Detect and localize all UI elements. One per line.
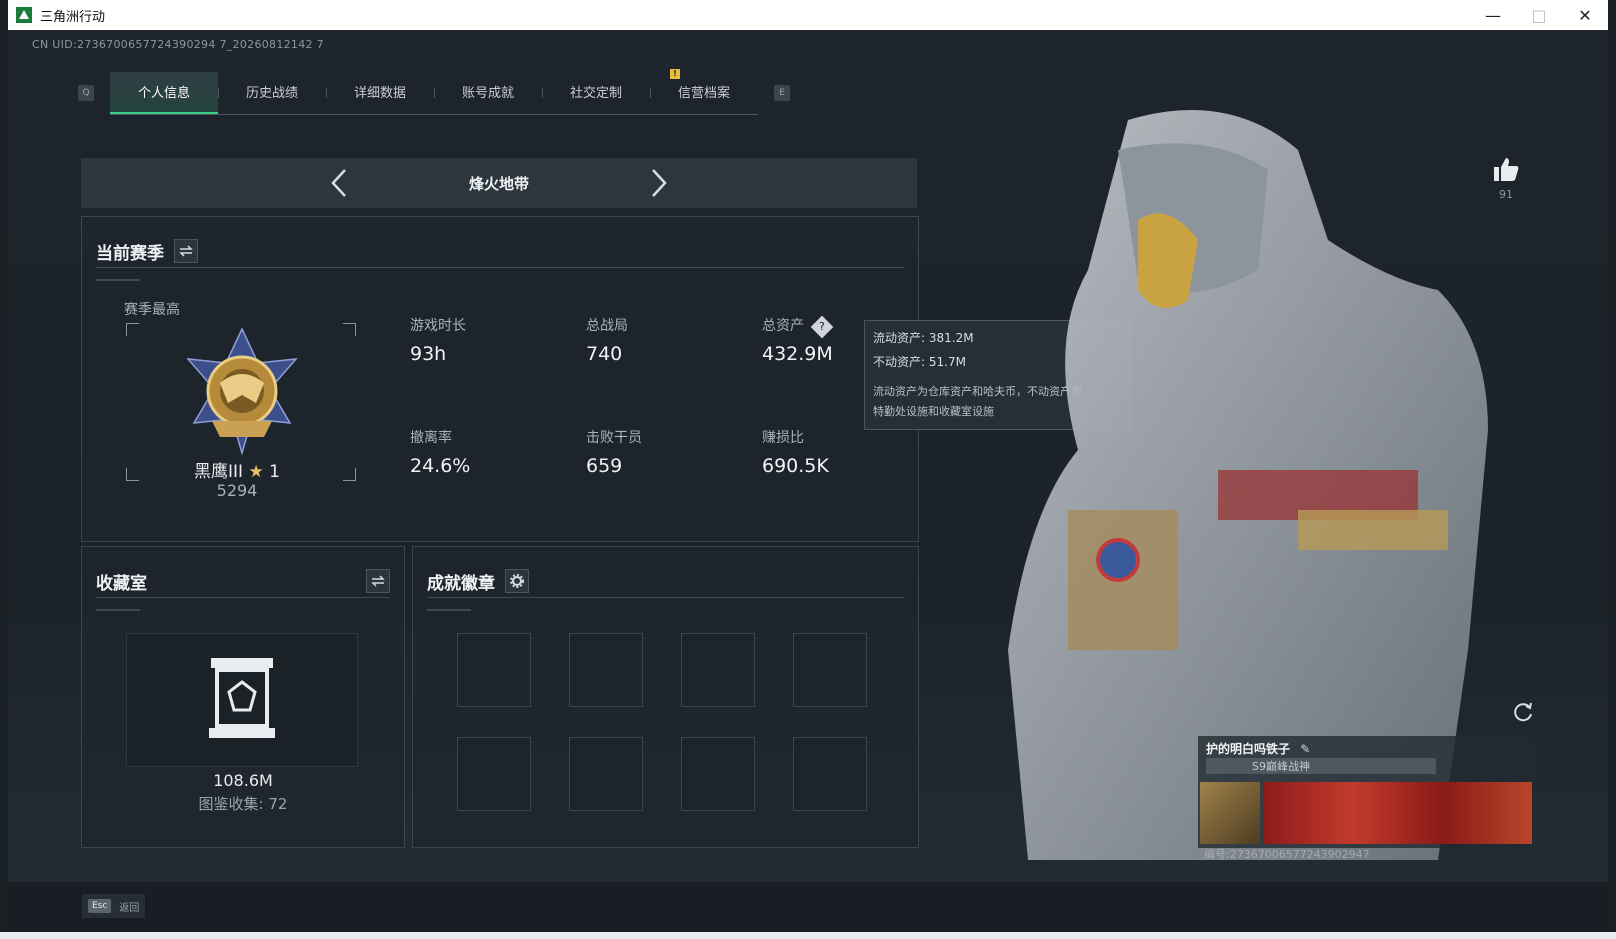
close-button[interactable]: ✕ <box>1562 0 1608 30</box>
minimize-button[interactable]: — <box>1470 0 1516 30</box>
player-avatar <box>1200 782 1260 844</box>
stat-label: 总资产 <box>762 318 804 334</box>
decor-line <box>427 609 471 611</box>
tab-achievements[interactable]: 账号成就 <box>434 72 542 112</box>
rank-emblem-icon <box>186 327 298 456</box>
help-icon[interactable]: ? <box>811 315 834 339</box>
esc-key: Esc <box>88 899 112 913</box>
tooltip-fixed: 不动资产: 51.7M <box>873 355 966 369</box>
like-area[interactable]: 91 <box>1486 156 1526 201</box>
maximize-button[interactable]: □ <box>1516 0 1562 30</box>
tab-personal-info[interactable]: 个人信息 <box>110 71 218 114</box>
vault-switch-button[interactable] <box>366 569 390 593</box>
stat-value: 659 <box>586 455 623 477</box>
stat-label: 撤离率 <box>410 430 452 446</box>
badges-title: 成就徽章 <box>427 573 495 594</box>
badge-slot[interactable] <box>793 633 867 707</box>
prev-tab-key[interactable]: Q <box>78 85 94 101</box>
vault-collection-count: 图鉴收集: 72 <box>198 795 288 813</box>
uid-label: CN UID:2736700657724390294 7_20260812142… <box>32 38 324 51</box>
stat-matches: 总战局 740 <box>586 315 746 365</box>
player-card[interactable]: 护的明白吗铁子 ✎ S9巅峰战神 <box>1198 736 1534 848</box>
vault-title: 收藏室 <box>96 573 147 594</box>
player-banner <box>1264 782 1532 844</box>
tab-match-history[interactable]: 历史战绩 <box>218 72 326 112</box>
stat-label: 总战局 <box>586 318 628 334</box>
vault-value: 108.6M <box>213 771 273 790</box>
game-window: 三角洲行动 — □ ✕ CN UID:2736700657724390294 7… <box>8 0 1608 932</box>
rank-stars: 1 <box>269 462 280 482</box>
vault-case-icon <box>209 658 275 738</box>
tooltip-liquid: 流动资产: 381.2M <box>873 331 974 345</box>
tab-notification-badge: ! <box>670 68 680 79</box>
mode-title: 烽火地带 <box>468 174 529 193</box>
decor-line <box>96 609 140 611</box>
badge-slot[interactable] <box>793 737 867 811</box>
window-title: 三角洲行动 <box>40 9 106 25</box>
badge-slot[interactable] <box>457 633 531 707</box>
next-tab-key[interactable]: E <box>774 85 790 101</box>
tab-social-custom[interactable]: 社交定制 <box>542 72 650 112</box>
stat-profit-ratio: 赚损比 690.5K <box>762 427 922 477</box>
stat-playtime: 游戏时长 93h <box>410 315 570 365</box>
stat-label: 赚损比 <box>762 430 804 446</box>
tab-detailed-data[interactable]: 详细数据 <box>326 72 434 112</box>
badges-panel: 成就徽章 <box>412 546 919 848</box>
player-name: 护的明白吗铁子 <box>1206 742 1291 756</box>
taskbar-strip <box>0 932 1616 939</box>
badge-slot[interactable] <box>681 737 755 811</box>
vault-preview <box>126 633 358 767</box>
stat-value: 690.5K <box>762 455 829 477</box>
edit-pencil-icon[interactable]: ✎ <box>1300 742 1310 756</box>
app-logo-icon <box>16 7 32 23</box>
thumbs-up-icon[interactable] <box>1492 156 1520 182</box>
like-count: 91 <box>1499 188 1513 201</box>
back-label: 返回 <box>119 902 140 914</box>
rank-name: 黑鹰III <box>194 462 244 482</box>
swap-icon <box>179 245 193 257</box>
player-title-bar: S9巅峰战神 <box>1206 758 1436 774</box>
season-title: 当前赛季 <box>96 243 164 264</box>
player-title: S9巅峰战神 <box>1252 760 1310 773</box>
decor-line <box>96 279 140 281</box>
tab-bar: Q 个人信息 历史战绩 详细数据 账号成就 社交定制 信营档案 ! E <box>78 68 790 115</box>
title-bar: 三角洲行动 — □ ✕ <box>8 0 1608 30</box>
stat-label: 游戏时长 <box>410 318 466 334</box>
badge-slot[interactable] <box>681 633 755 707</box>
chevron-left-icon <box>331 169 346 197</box>
stat-value: 24.6% <box>410 455 471 477</box>
season-switch-button[interactable] <box>174 239 198 263</box>
star-icon: ★ <box>248 462 264 482</box>
swap-icon <box>371 575 385 587</box>
stat-value: 93h <box>410 343 447 365</box>
rank-score: 5294 <box>216 481 258 500</box>
mode-selector: 烽火地带 <box>81 158 917 208</box>
player-name-row: 护的明白吗铁子 ✎ <box>1206 740 1310 757</box>
season-panel: 当前赛季 赛季最高 黑鹰III ★ 1 5294 游戏时长 93h 总战局 74… <box>81 216 919 542</box>
rank-name-row: 黑鹰III ★ 1 <box>82 457 392 482</box>
stat-value: 740 <box>586 343 623 365</box>
badges-settings-button[interactable] <box>505 569 529 593</box>
badge-slot[interactable] <box>569 737 643 811</box>
refresh-icon[interactable] <box>1512 700 1534 722</box>
stat-label: 击败干员 <box>586 430 642 446</box>
mode-prev-button[interactable] <box>299 168 379 198</box>
badge-slot[interactable] <box>569 633 643 707</box>
stat-kills: 击败干员 659 <box>586 427 746 477</box>
stat-extract-rate: 撤离率 24.6% <box>410 427 570 477</box>
bottom-bar <box>8 882 1608 932</box>
player-id: 编号:27367006577243902947 <box>1204 848 1370 861</box>
gear-icon <box>510 574 524 588</box>
mode-next-button[interactable] <box>619 168 699 198</box>
back-button[interactable]: Esc 返回 <box>82 894 146 918</box>
chevron-right-icon <box>652 169 667 197</box>
season-best-label: 赛季最高 <box>124 302 180 318</box>
badge-slot[interactable] <box>457 737 531 811</box>
vault-panel[interactable]: 收藏室 108.6M 图鉴收集: 72 <box>81 546 405 848</box>
tab-reputation[interactable]: 信营档案 <box>650 72 758 112</box>
